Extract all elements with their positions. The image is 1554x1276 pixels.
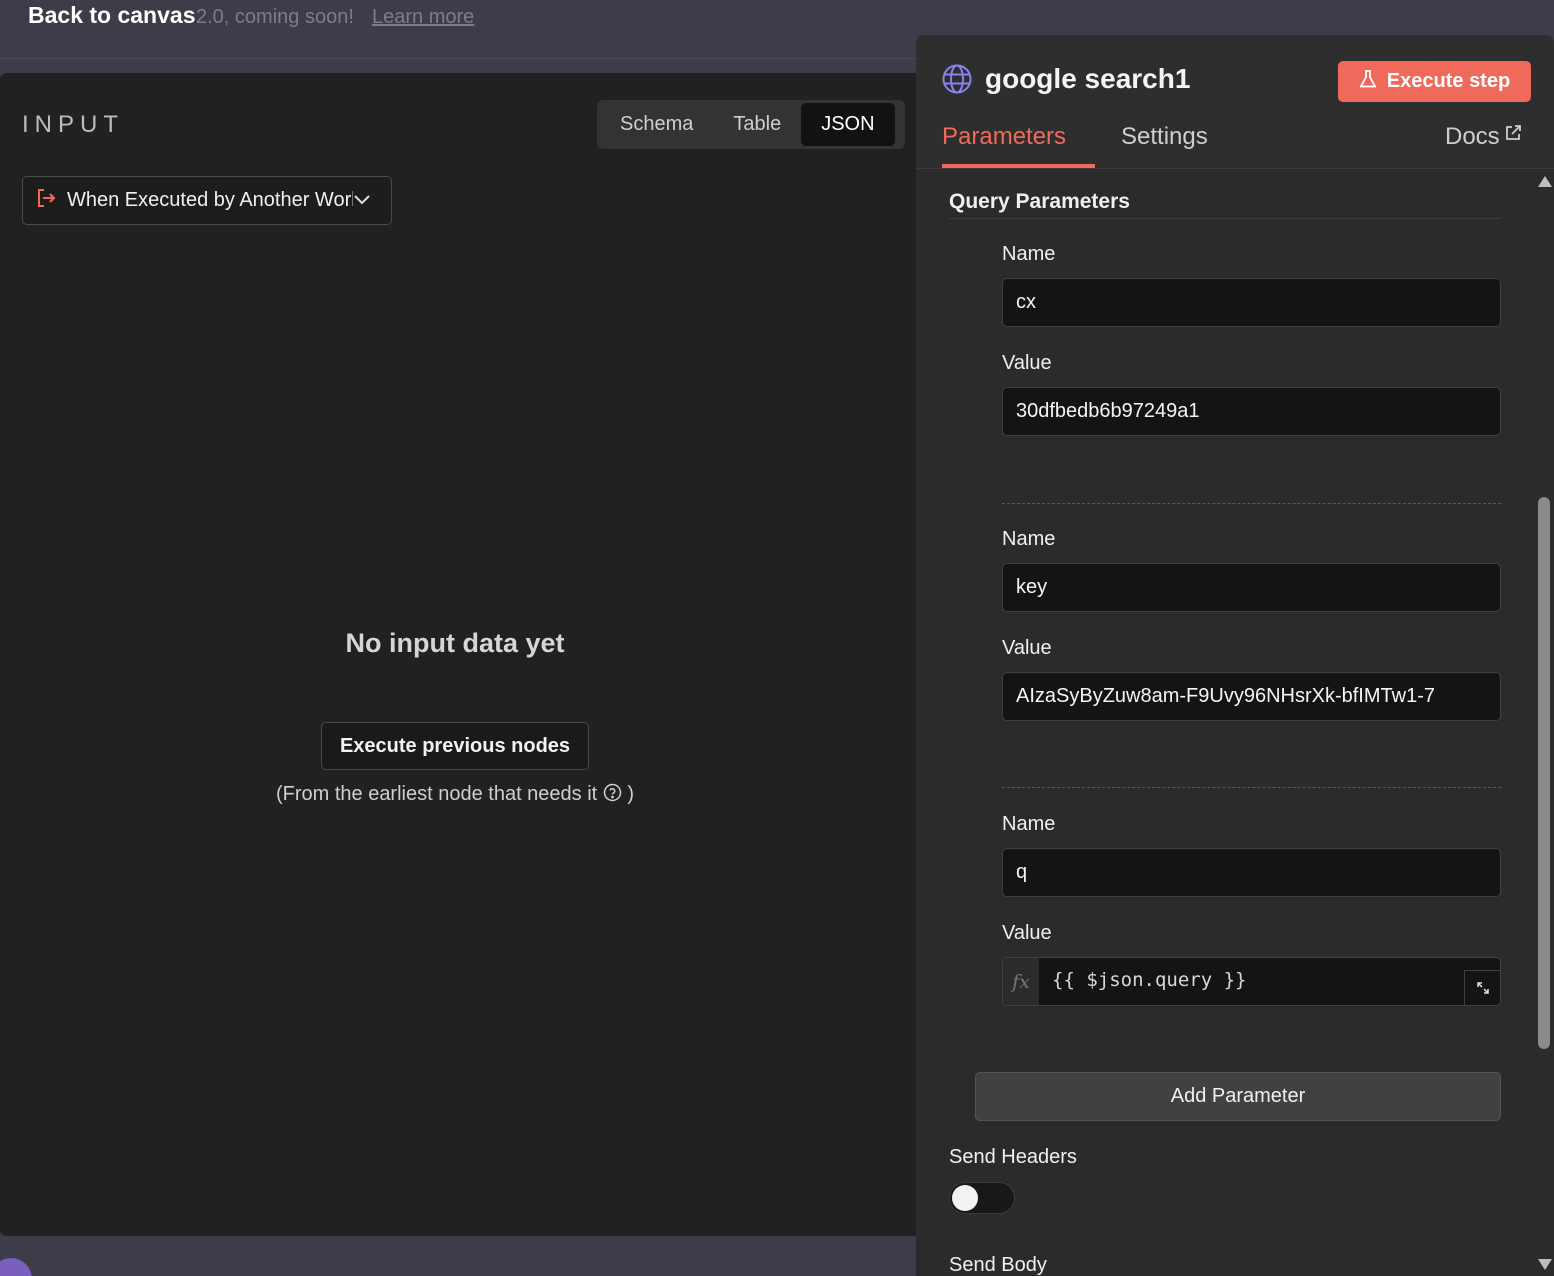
param-divider [1002, 503, 1501, 504]
external-link-icon [1500, 123, 1522, 150]
tab-settings[interactable]: Settings [1121, 123, 1208, 169]
fx-icon: fx [1003, 958, 1039, 1005]
banner-text: 2.0, coming soon! [196, 6, 354, 28]
query-parameters-title: Query Parameters [949, 190, 1130, 213]
scroll-down-icon[interactable] [1538, 1259, 1552, 1270]
avatar[interactable] [0, 1258, 32, 1276]
param-value-input[interactable]: AIzaSyByZuw8am-F9Uvy96NHsrXk-bfIMTw1-7 [1002, 672, 1501, 721]
param-name-label: Name [1002, 243, 1056, 265]
active-tab-indicator [942, 164, 1095, 168]
expression-input[interactable]: fx {{ $json.query }} [1002, 957, 1501, 1006]
empty-state-title: No input data yet [345, 628, 565, 658]
back-to-canvas-button[interactable]: Back to canvas [28, 2, 195, 29]
param-value-input[interactable]: 30dfbedb6b97249a1 [1002, 387, 1501, 436]
param-value-label: Value [1002, 352, 1052, 374]
param-divider [1002, 787, 1501, 788]
tab-json[interactable]: JSON [801, 103, 895, 146]
hint-text-end: ) [627, 783, 635, 805]
param-value-label: Value [1002, 637, 1052, 659]
param-name-input[interactable]: q [1002, 848, 1501, 897]
param-name-input[interactable]: key [1002, 563, 1501, 612]
param-name-label: Name [1002, 813, 1056, 835]
node-tabs: Parameters Settings Docs [916, 123, 1554, 169]
hint-text: (From the earliest node that needs it [275, 783, 598, 805]
learn-more-link[interactable]: Learn more [372, 6, 474, 29]
execute-previous-nodes-button[interactable]: Execute previous nodes [321, 722, 589, 770]
tab-table[interactable]: Table [713, 103, 801, 146]
sign-in-icon [35, 187, 57, 214]
execute-step-label: Execute step [1386, 70, 1511, 92]
send-headers-label: Send Headers [949, 1146, 1077, 1168]
param-value-label: Value [1002, 922, 1052, 944]
execute-hint: (From the earliest node that needs it ) [0, 783, 910, 808]
param-name-label: Name [1002, 528, 1056, 550]
tab-schema[interactable]: Schema [600, 103, 713, 146]
trigger-node-select[interactable]: When Executed by Another Workflow [22, 176, 392, 225]
section-divider [949, 218, 1501, 219]
parameters-scroll-area[interactable]: Query Parameters Name cx Value 30dfbedb6… [916, 170, 1534, 1276]
banner-divider [0, 58, 916, 59]
trigger-node-label: When Executed by Another Workflow [67, 189, 353, 211]
question-circle-icon[interactable] [603, 783, 622, 808]
scroll-up-icon[interactable] [1538, 176, 1552, 187]
docs-link[interactable]: Docs [1445, 123, 1522, 151]
flask-icon [1359, 69, 1377, 95]
send-body-label: Send Body [949, 1254, 1047, 1276]
node-header: google search1 Execute step Parameters S… [916, 35, 1554, 169]
view-tabs: Schema Table JSON [597, 100, 905, 149]
chevron-down-icon [353, 192, 371, 210]
param-name-input[interactable]: cx [1002, 278, 1501, 327]
node-title[interactable]: google search1 [985, 63, 1190, 95]
expression-code[interactable]: {{ $json.query }} [1052, 969, 1246, 991]
globe-icon [941, 63, 973, 100]
scrollbar-thumb[interactable] [1538, 497, 1550, 1049]
node-settings-panel: google search1 Execute step Parameters S… [916, 35, 1554, 1276]
input-panel: INPUT Schema Table JSON When Executed by… [0, 73, 930, 1236]
expand-icon[interactable] [1464, 970, 1500, 1005]
input-panel-title: INPUT [22, 111, 124, 138]
send-headers-toggle[interactable] [949, 1182, 1015, 1214]
tab-parameters[interactable]: Parameters [942, 123, 1066, 169]
toggle-knob [952, 1185, 978, 1211]
docs-label: Docs [1445, 123, 1500, 150]
execute-step-button[interactable]: Execute step [1338, 61, 1531, 102]
add-parameter-button[interactable]: Add Parameter [975, 1072, 1501, 1121]
